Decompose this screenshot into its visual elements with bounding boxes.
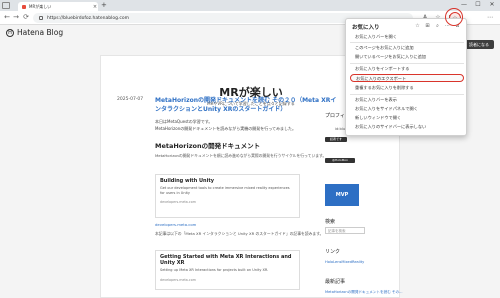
favorites-header: お気に入り	[352, 25, 380, 31]
post-paragraph-2: 本記事は以下の「Meta XR インタラクションと Unity XR のスタート…	[155, 231, 324, 236]
divider	[350, 94, 464, 95]
embed-source-2: developers.meta.com	[160, 277, 196, 282]
sidebar-link-item[interactable]: HoloLensMixedReality	[325, 260, 364, 264]
hatena-logo[interactable]: H Hatena Blog	[6, 28, 63, 37]
post-intro-2: MetaHorizonの開発ドキュメントを読みながら実機の開発を行ってみました。	[155, 126, 297, 131]
sidebar-recent-heading: 最新記事	[325, 279, 346, 285]
hatena-logo-icon: H	[6, 28, 14, 37]
annotation-circle	[445, 8, 463, 26]
embed-desc-2: Setting up Meta XR Interactions for proj…	[160, 268, 269, 272]
embed-title-2: Getting Started with Meta XR Interaction…	[160, 254, 292, 266]
maximize-icon[interactable]: ☐	[472, 1, 484, 8]
address-url: https://bluebirdofoz.hatenablog.com	[47, 15, 129, 21]
search-icon[interactable]: ⌕	[434, 23, 441, 29]
sidebar-search-input[interactable]: 記事を検索	[325, 227, 365, 234]
tab-title: MRが楽しい	[29, 3, 52, 9]
sidebar-search-heading: 検索	[325, 219, 336, 225]
sidebar-recent-item[interactable]: MetaHorizonの開発ドキュメントを読む その...	[325, 290, 403, 295]
lock-icon	[39, 16, 43, 20]
new-tab-icon[interactable]: +	[101, 1, 107, 9]
add-page-icon[interactable]: ☆	[414, 23, 421, 29]
minimize-icon[interactable]: —	[458, 1, 470, 8]
refresh-icon[interactable]: ⟳	[22, 13, 30, 21]
subscribe-button[interactable]: 読者になる	[464, 40, 494, 49]
embed-desc-1: Get our development tools to create imme…	[160, 186, 290, 195]
section-paragraph: MetaHorizonの開発ドキュメントを順に読み進めながら実際の開発を行うサイ…	[155, 153, 327, 158]
tab-strip: MRが楽しい × + — ☐ ✕	[0, 0, 500, 11]
hatena-logo-text: Hatena Blog	[17, 28, 64, 37]
reader-count-button[interactable]: 読者です	[325, 137, 347, 142]
post-date: 2025-07-07	[117, 97, 144, 102]
sidebar-links-heading: リンク	[325, 249, 341, 255]
embed-link-1[interactable]: developers.meta.com	[155, 222, 196, 227]
favorites-menu: お気に入り ☆ ⊞ ⌕ ⋯ ⊿ お気に入りバーを開く このページをお気に入りに追…	[345, 18, 467, 136]
fav-menu-item-add-open-pages[interactable]: 開いているページをお気に入りに追加	[350, 53, 464, 61]
section-heading: MetaHorizonの開発ドキュメント	[155, 142, 261, 150]
fav-menu-item-add-page[interactable]: このページをお気に入りに追加	[350, 44, 464, 52]
embed-card-1[interactable]: Building with Unity Get our development …	[155, 174, 300, 218]
tab-favicon-icon	[22, 4, 26, 9]
fav-menu-item-side-panel[interactable]: お気に入りをサイドパネルで開く	[350, 105, 464, 113]
fav-menu-item-hide-sidebar[interactable]: お気に入りのサイドバーに表示しない	[350, 123, 464, 131]
forward-icon[interactable]: →	[12, 13, 20, 21]
tab-close-icon[interactable]: ×	[92, 4, 98, 10]
post-intro-1: 本日はMetaQuestの学習です。	[155, 119, 213, 124]
back-icon[interactable]: ←	[3, 13, 11, 21]
browser-tab[interactable]: MRが楽しい ×	[18, 2, 98, 11]
divider	[350, 42, 464, 43]
fav-menu-item-new-window[interactable]: 新しいウィンドウで開く	[350, 114, 464, 122]
follow-button[interactable]: @HoloMon	[325, 158, 355, 163]
tab-actions-icon[interactable]	[2, 2, 10, 9]
add-folder-icon[interactable]: ⊞	[424, 23, 431, 29]
fav-menu-item-show-bar[interactable]: お気に入りバーを表示	[350, 96, 464, 104]
post-title[interactable]: MetaHorizonの開発ドキュメントを読む その２０（Meta XRインタラ…	[155, 96, 340, 114]
fav-menu-item-import[interactable]: お気に入りをインポートする	[350, 65, 464, 73]
mvp-badge: MVP	[325, 184, 359, 206]
window-close-icon[interactable]: ✕	[486, 1, 498, 8]
fav-menu-item-remove-duplicates[interactable]: 重複するお気に入りを削除する	[350, 84, 464, 92]
fav-menu-item-export[interactable]: お気に入りのエクスポート	[350, 74, 464, 82]
embed-title-1: Building with Unity	[160, 178, 214, 184]
divider	[350, 63, 464, 64]
embed-source-1: developers.meta.com	[160, 200, 196, 204]
more-icon[interactable]: ⋯	[485, 13, 495, 23]
fav-menu-item-open-bar[interactable]: お気に入りバーを開く	[350, 33, 464, 41]
embed-card-2[interactable]: Getting Started with Meta XR Interaction…	[155, 250, 300, 290]
